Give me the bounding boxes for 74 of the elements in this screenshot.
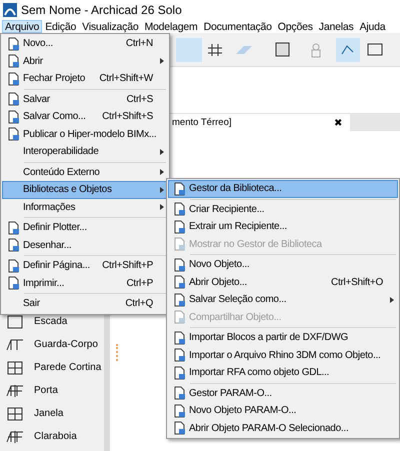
document-icon bbox=[6, 92, 20, 106]
menu-bar-item[interactable]: Arquivo bbox=[2, 20, 42, 33]
document-icon bbox=[172, 386, 186, 400]
grip-handle[interactable] bbox=[116, 344, 121, 361]
menu-item[interactable]: Criar Recipiente... bbox=[168, 200, 398, 218]
document-icon bbox=[172, 202, 186, 216]
tool-button[interactable]: Guarda-Corpo bbox=[0, 334, 104, 355]
document-icon bbox=[172, 366, 186, 380]
document-icon bbox=[172, 348, 186, 362]
document-icon bbox=[172, 421, 186, 436]
menu-bar-item[interactable]: Documentação bbox=[200, 20, 275, 33]
document-icon bbox=[6, 258, 20, 273]
tool-icon bbox=[6, 360, 24, 376]
document-icon bbox=[172, 310, 186, 324]
menu-item[interactable]: Conteúdo Externo bbox=[2, 164, 168, 181]
document-icon bbox=[6, 238, 20, 252]
tool-button[interactable]: Escada bbox=[0, 311, 104, 332]
menu-item[interactable]: Extrair um Recipiente... bbox=[168, 218, 398, 236]
document-icon bbox=[6, 36, 20, 51]
menu-bar-item[interactable]: Edição bbox=[42, 20, 80, 33]
menu-bar-item[interactable]: Ajuda bbox=[356, 20, 388, 33]
tab-title: mento Térreo] bbox=[172, 117, 232, 128]
menu-bar-item[interactable]: Modelagem bbox=[141, 20, 201, 33]
document-icon bbox=[172, 404, 186, 418]
document-icon bbox=[172, 220, 186, 234]
window-title: Sem Nome - Archicad 26 Solo bbox=[21, 3, 182, 17]
menu-bar-item[interactable]: Opções bbox=[274, 20, 316, 33]
menu-item[interactable]: Sair Ctrl+Q bbox=[2, 295, 168, 312]
menu-item[interactable]: Novo... Ctrl+N bbox=[2, 35, 168, 52]
document-icon bbox=[172, 258, 186, 272]
document-icon bbox=[6, 276, 20, 290]
menu-item[interactable]: Desenhar... bbox=[2, 236, 168, 254]
document-icon bbox=[6, 220, 20, 235]
menu-item[interactable]: Bibliotecas e Objetos bbox=[2, 181, 168, 198]
menu-item[interactable]: Definir Página... Ctrl+Shift+P bbox=[2, 257, 168, 274]
menu-item[interactable]: Salvar Seleção como... bbox=[168, 291, 398, 308]
document-icon bbox=[172, 237, 186, 252]
menu-item[interactable]: Interoperabilidade bbox=[2, 143, 168, 160]
menu-item[interactable]: Abrir Objeto PARAM-O Selecionado... bbox=[168, 420, 398, 437]
tool-button[interactable]: Porta bbox=[0, 380, 104, 401]
menu-item[interactable]: Abrir Objeto... Ctrl+Shift+O bbox=[168, 274, 398, 291]
tool-icon bbox=[6, 336, 24, 352]
menu-item[interactable]: Importar RFA como objeto GDL... bbox=[168, 364, 398, 382]
menu-bar-item[interactable]: Janelas bbox=[316, 20, 357, 33]
close-button[interactable]: ✖ bbox=[334, 116, 342, 128]
tool-icon bbox=[6, 382, 24, 398]
menu-item[interactable]: Imprimir... Ctrl+P bbox=[2, 274, 168, 292]
tool-icon bbox=[6, 314, 24, 330]
tool-icon bbox=[6, 406, 24, 422]
app-logo-icon bbox=[3, 3, 17, 17]
document-icon bbox=[6, 110, 20, 124]
menu-item[interactable]: Salvar Ctrl+S bbox=[2, 90, 168, 108]
menu-item[interactable]: Definir Plotter... bbox=[2, 219, 168, 236]
menu-item[interactable]: Gestor PARAM-O... bbox=[168, 384, 398, 402]
document-icon bbox=[172, 182, 186, 196]
document-icon bbox=[172, 292, 186, 307]
menu-bar-item[interactable]: Visualização bbox=[79, 20, 142, 33]
tool-button[interactable]: Claraboia bbox=[0, 426, 104, 447]
document-icon bbox=[6, 54, 20, 68]
document-icon bbox=[6, 127, 20, 142]
menu-item[interactable]: Importar Blocos a partir de DXF/DWG bbox=[168, 329, 398, 346]
menu-item[interactable]: Abrir bbox=[2, 52, 168, 70]
tool-button[interactable]: Parede Cortina bbox=[0, 357, 104, 378]
document-icon bbox=[172, 330, 186, 345]
document-icon bbox=[6, 72, 20, 86]
tool-button[interactable]: Janela bbox=[0, 403, 104, 424]
document-icon bbox=[172, 275, 186, 290]
menu-item[interactable]: Gestor da Biblioteca... bbox=[168, 180, 398, 198]
menu-item[interactable]: Fechar Projeto Ctrl+Shift+W bbox=[2, 70, 168, 88]
menu-item[interactable]: Novo Objeto PARAM-O... bbox=[168, 402, 398, 420]
menu-item[interactable]: Informações bbox=[2, 198, 168, 216]
menu-item[interactable]: Novo Objeto... bbox=[168, 256, 398, 274]
menu-item[interactable]: Importar o Arquivo Rhino 3DM como Objeto... bbox=[168, 346, 398, 364]
tool-icon bbox=[6, 428, 24, 444]
